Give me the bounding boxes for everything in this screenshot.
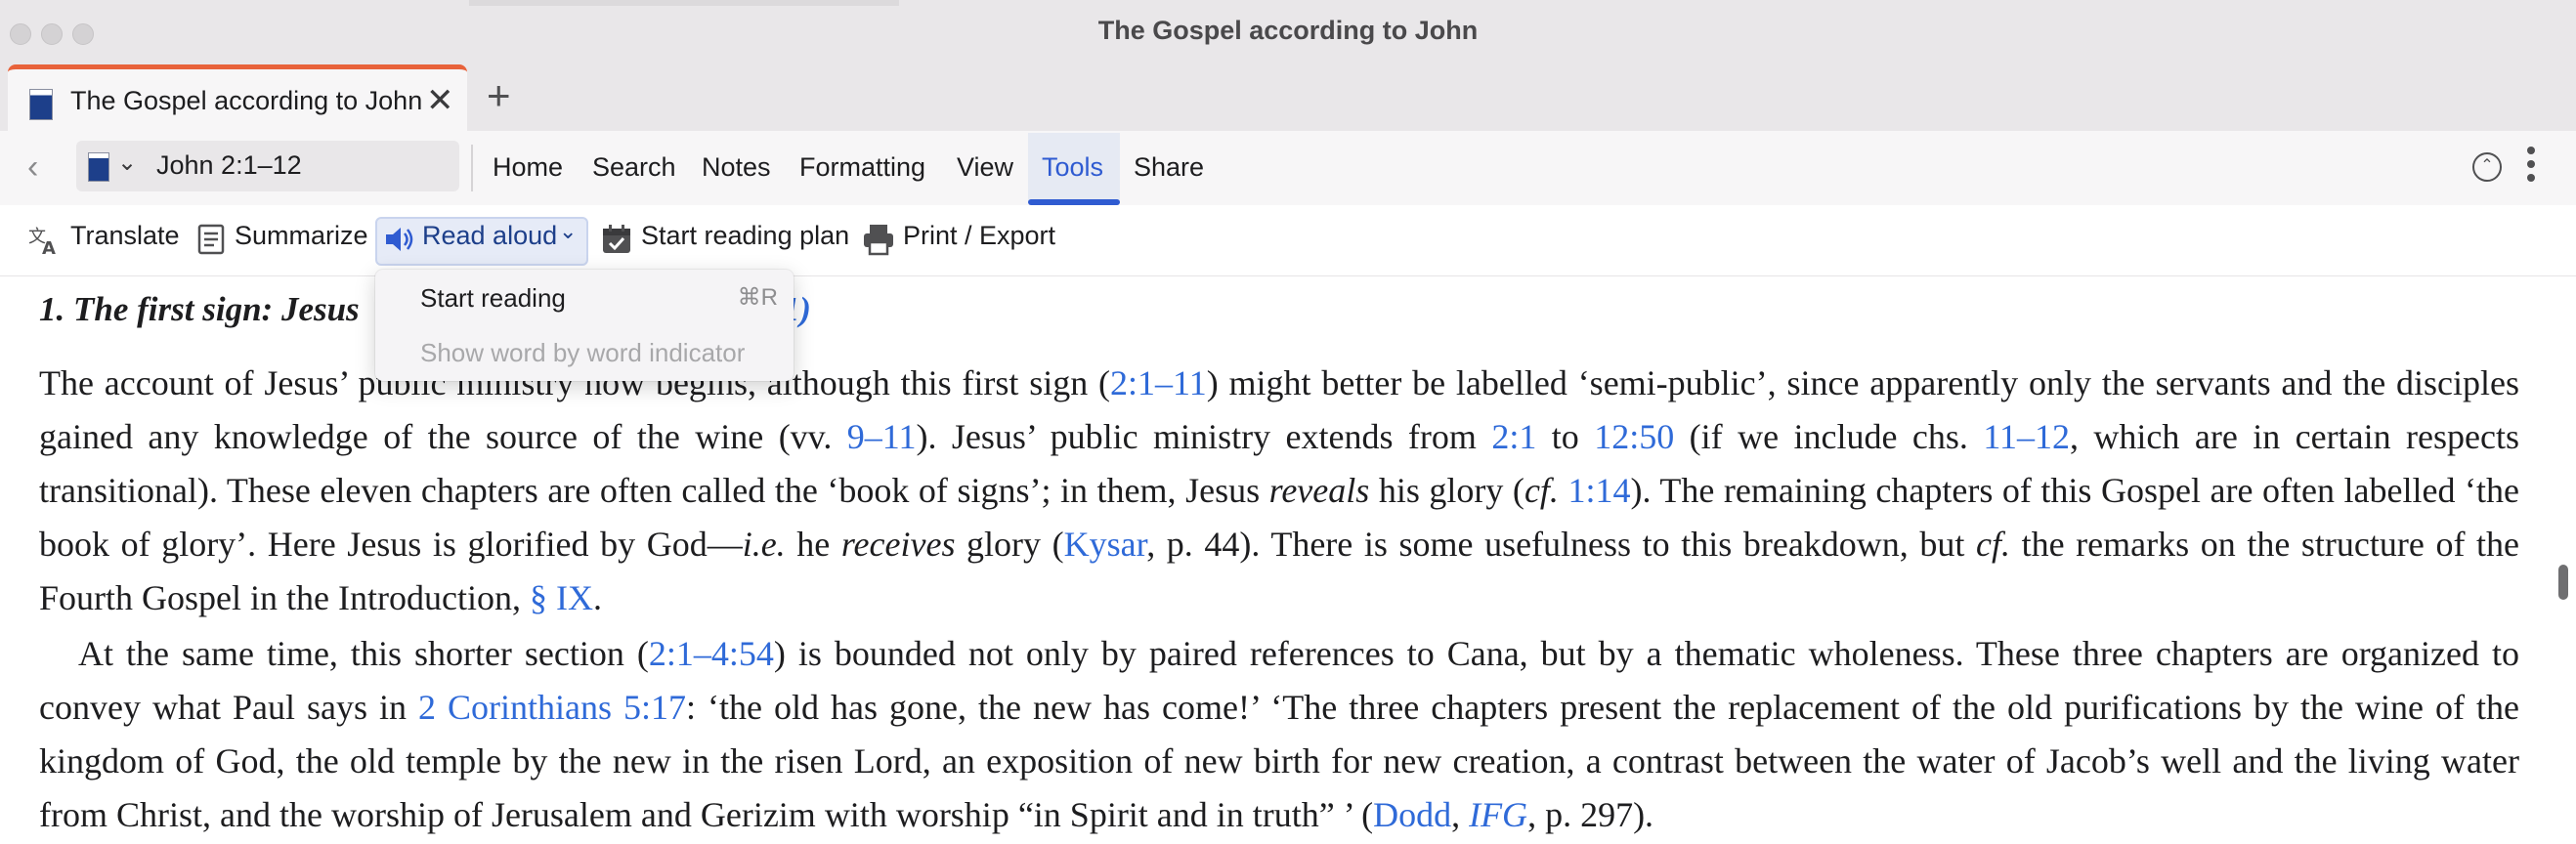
cross-reference-link[interactable]: IFG bbox=[1469, 795, 1527, 834]
menu-view[interactable]: View bbox=[957, 152, 1013, 183]
cross-reference-link[interactable]: 12:50 bbox=[1594, 417, 1674, 456]
menu-share[interactable]: Share bbox=[1134, 152, 1204, 183]
paragraph-text: cf. bbox=[1524, 471, 1559, 510]
cross-reference-link[interactable]: 2:1 bbox=[1491, 417, 1536, 456]
cross-reference-link[interactable]: § IX bbox=[530, 578, 593, 617]
paragraph-text: his glory ( bbox=[1369, 471, 1524, 510]
paragraph-text: cf. bbox=[1976, 525, 2010, 564]
paragraph-text: i.e. bbox=[742, 525, 786, 564]
print-export-button[interactable]: Print / Export bbox=[903, 221, 1055, 251]
collapse-icon[interactable]: ⌃ bbox=[2472, 152, 2502, 182]
cross-reference-link[interactable]: 2 Corinthians 5:17 bbox=[418, 688, 686, 727]
reference-input[interactable]: John 2:1–12 bbox=[156, 150, 302, 181]
title-bar: The Gospel according to John bbox=[0, 0, 2576, 64]
chevron-down-icon[interactable]: ⌄ bbox=[117, 148, 137, 177]
book-icon bbox=[88, 152, 109, 182]
read-aloud-menu: Start reading ⌘R Show word by word indic… bbox=[375, 270, 794, 381]
cross-reference-link[interactable]: Kysar bbox=[1064, 525, 1147, 564]
chevron-down-icon[interactable]: ⌄ bbox=[559, 219, 577, 244]
scrollbar-thumb[interactable] bbox=[2558, 565, 2568, 600]
calendar-icon bbox=[603, 225, 630, 253]
tab-strip: The Gospel according to John ✕ + bbox=[0, 64, 2576, 131]
menu-notes[interactable]: Notes bbox=[702, 152, 771, 183]
paragraph-text: reveals bbox=[1268, 471, 1370, 510]
paragraph-2: At the same time, this shorter section (… bbox=[39, 627, 2519, 842]
translate-button[interactable]: Translate bbox=[70, 221, 180, 251]
tab-title: The Gospel according to John bbox=[70, 86, 423, 115]
menu-home[interactable]: Home bbox=[493, 152, 563, 183]
start-reading-plan-button[interactable]: Start reading plan bbox=[641, 221, 849, 251]
nav-bar: ‹ ⌄ John 2:1–12 Home Search Notes Format… bbox=[0, 131, 2576, 206]
svg-text:A: A bbox=[42, 238, 56, 256]
start-reading-shortcut: ⌘R bbox=[737, 284, 778, 311]
menu-formatting[interactable]: Formatting bbox=[799, 152, 925, 183]
close-tab-icon[interactable]: ✕ bbox=[426, 81, 454, 120]
menu-tools[interactable]: Tools bbox=[1042, 152, 1103, 183]
cross-reference-link[interactable]: 11–12 bbox=[1983, 417, 2070, 456]
heading-number: 1. bbox=[39, 290, 65, 328]
menu-search[interactable]: Search bbox=[592, 152, 676, 183]
titlebar-shade bbox=[469, 0, 899, 6]
heading-visible: The first sign: Jesus bbox=[73, 290, 360, 328]
word-indicator-item: Show word by word indicator bbox=[420, 338, 746, 367]
tab-gospel-john[interactable]: The Gospel according to John ✕ bbox=[8, 64, 467, 131]
paragraph-1: The account of Jesus’ public ministry no… bbox=[39, 357, 2519, 625]
speaker-icon bbox=[386, 228, 413, 251]
paragraph-text: , bbox=[1451, 795, 1470, 834]
paragraph-text: , p. 297). bbox=[1527, 795, 1654, 834]
book-icon bbox=[29, 89, 53, 120]
paragraph-text: . bbox=[592, 578, 602, 617]
printer-icon bbox=[864, 225, 893, 256]
paragraph-text: receives bbox=[840, 525, 956, 564]
reference-box[interactable]: ⌄ John 2:1–12 bbox=[76, 141, 459, 191]
paragraph-text: he bbox=[785, 525, 841, 564]
cross-reference-link[interactable]: 2:1–11 bbox=[1110, 363, 1207, 402]
paragraph-text: At the same time, this shorter section ( bbox=[78, 634, 649, 673]
paragraph-text: (if we include chs. bbox=[1674, 417, 1984, 456]
paragraph-text: , p. 44). There is some usefulness to th… bbox=[1146, 525, 1977, 564]
start-reading-item[interactable]: Start reading bbox=[420, 283, 566, 314]
cross-reference-link[interactable]: Dodd bbox=[1373, 795, 1451, 834]
paragraph-text: glory ( bbox=[955, 525, 1064, 564]
divider bbox=[471, 145, 473, 191]
cross-reference-link[interactable]: 9–11 bbox=[847, 417, 917, 456]
read-aloud-label[interactable]: Read aloud bbox=[422, 221, 557, 251]
new-tab-button[interactable]: + bbox=[487, 72, 511, 119]
back-button[interactable]: ‹ bbox=[27, 148, 38, 187]
paragraph-text: to bbox=[1536, 417, 1595, 456]
cross-reference-link[interactable]: 1:14 bbox=[1567, 471, 1630, 510]
summarize-button[interactable]: Summarize bbox=[235, 221, 368, 251]
summarize-icon bbox=[197, 224, 225, 255]
more-icon[interactable] bbox=[2527, 147, 2539, 188]
paragraph-text: ). Jesus’ public ministry extends from bbox=[916, 417, 1492, 456]
translate-icon: 文 A bbox=[28, 227, 56, 256]
window-title: The Gospel according to John bbox=[1097, 16, 1479, 45]
tools-toolbar: 文 A Translate Summarize Read aloud ⌄ Sta… bbox=[0, 205, 2576, 276]
cross-reference-link[interactable]: 2:1–4:54 bbox=[649, 634, 774, 673]
